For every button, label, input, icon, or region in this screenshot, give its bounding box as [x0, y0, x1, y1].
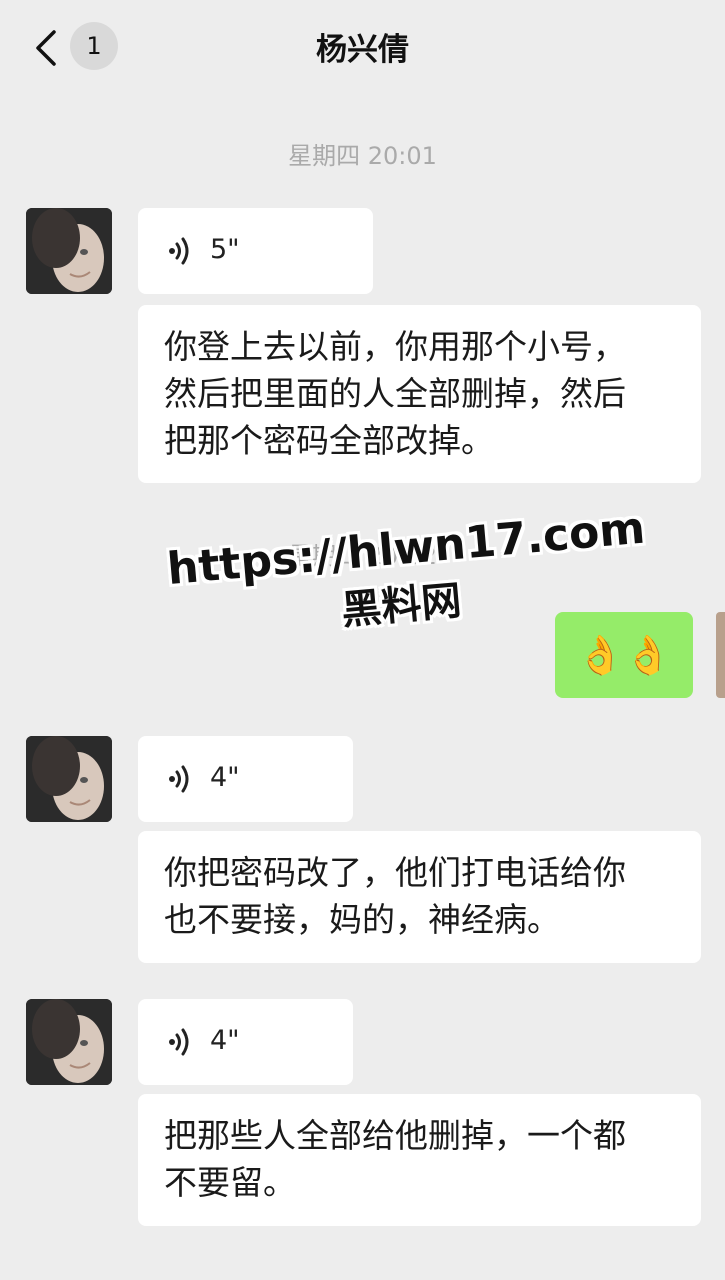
message-text: 把那些人全部给他删掉，一个都 不要留。 — [164, 1116, 626, 1202]
voice-message[interactable]: 5" — [138, 208, 373, 294]
voice-duration: 4" — [210, 762, 240, 793]
sent-emoji-message[interactable]: 👌👌 — [555, 612, 693, 698]
text-message[interactable]: 把那些人全部给他删掉，一个都 不要留。 — [138, 1094, 701, 1226]
voice-duration: 5" — [210, 234, 240, 265]
message-text: 你登上去以前，你用那个小号， 然后把里面的人全部删掉，然后 把那个密码全部改掉。 — [164, 327, 626, 460]
text-message[interactable]: 你登上去以前，你用那个小号， 然后把里面的人全部删掉，然后 把那个密码全部改掉。 — [138, 305, 701, 483]
voice-message[interactable]: 4" — [138, 736, 353, 822]
timestamp: 星期四 20:02 — [288, 542, 437, 570]
text-message[interactable]: 你把密码改了，他们打电话给你 也不要接，妈的，神经病。 — [138, 831, 701, 963]
message-text: 你把密码改了，他们打电话给你 也不要接，妈的，神经病。 — [164, 853, 626, 939]
contact-avatar[interactable] — [26, 208, 112, 294]
avatar-photo — [26, 208, 112, 294]
voice-wave-icon — [169, 765, 189, 793]
chat-title: 杨兴倩 — [316, 32, 409, 68]
voice-duration: 4" — [210, 1025, 240, 1056]
contact-avatar[interactable] — [26, 999, 112, 1085]
self-avatar[interactable] — [716, 612, 725, 698]
timestamp: 星期四 20:01 — [288, 142, 437, 170]
avatar-photo — [26, 999, 112, 1085]
chat-header: 1 杨兴倩 — [0, 0, 725, 95]
voice-wave-icon — [169, 1028, 189, 1056]
voice-wave-icon — [169, 237, 189, 265]
contact-avatar[interactable] — [26, 736, 112, 822]
voice-message[interactable]: 4" — [138, 999, 353, 1085]
avatar-photo — [26, 736, 112, 822]
